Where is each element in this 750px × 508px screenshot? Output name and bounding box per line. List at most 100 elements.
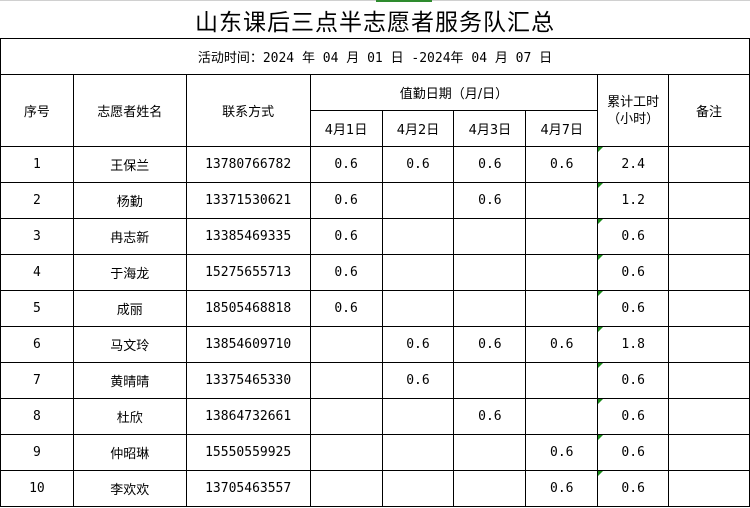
cell-name[interactable]: 王保兰 [72,146,187,183]
cell-date-3[interactable] [453,254,527,291]
cell-name[interactable]: 冉志新 [72,218,187,255]
cell-phone[interactable]: 13864732661 [185,398,311,435]
header-date-3[interactable]: 4月3日 [453,110,527,147]
header-name[interactable]: 志愿者姓名 [72,74,187,147]
cell-note[interactable] [668,254,750,291]
cell-seq[interactable]: 5 [0,290,74,327]
cell-name[interactable]: 成丽 [72,290,187,327]
cell-seq[interactable]: 2 [0,182,74,219]
cell-date-3[interactable] [453,434,527,471]
cell-total-hours[interactable]: 0.6 [597,362,670,399]
cell-total-hours[interactable]: 0.6 [597,218,670,255]
cell-date-1[interactable]: 0.6 [309,182,383,219]
cell-seq[interactable]: 8 [0,398,74,435]
cell-phone[interactable]: 13371530621 [185,182,311,219]
cell-name[interactable]: 黄晴晴 [72,362,187,399]
cell-seq[interactable]: 6 [0,326,74,363]
cell-date-1[interactable] [309,326,383,363]
cell-total-hours[interactable]: 0.6 [597,254,670,291]
header-duty-dates[interactable]: 值勤日期（月/日） [309,74,599,111]
cell-date-1[interactable]: 0.6 [309,146,383,183]
cell-date-1[interactable]: 0.6 [309,218,383,255]
cell-date-4[interactable] [525,290,599,327]
cell-date-2[interactable] [381,290,455,327]
cell-date-4[interactable] [525,398,599,435]
cell-total-hours[interactable]: 2.4 [597,146,670,183]
cell-date-3[interactable] [453,290,527,327]
cell-seq[interactable]: 4 [0,254,74,291]
cell-seq[interactable]: 1 [0,146,74,183]
cell-seq[interactable]: 9 [0,434,74,471]
cell-note[interactable] [668,434,750,471]
cell-date-3[interactable]: 0.6 [453,398,527,435]
header-date-2[interactable]: 4月2日 [381,110,455,147]
cell-phone[interactable]: 13780766782 [185,146,311,183]
cell-phone[interactable]: 15275655713 [185,254,311,291]
cell-date-4[interactable] [525,182,599,219]
cell-date-2[interactable]: 0.6 [381,326,455,363]
cell-date-4[interactable] [525,362,599,399]
header-date-4[interactable]: 4月7日 [525,110,599,147]
cell-date-2[interactable] [381,182,455,219]
cell-total-hours[interactable]: 1.8 [597,326,670,363]
cell-note[interactable] [668,182,750,219]
cell-date-2[interactable] [381,470,455,507]
cell-seq[interactable]: 7 [0,362,74,399]
cell-date-3[interactable] [453,218,527,255]
cell-date-2[interactable] [381,434,455,471]
cell-date-1[interactable] [309,362,383,399]
cell-date-2[interactable] [381,398,455,435]
cell-date-4[interactable]: 0.6 [525,326,599,363]
cell-date-1[interactable] [309,398,383,435]
header-total-hours[interactable]: 累计工时（小时） [597,74,670,147]
cell-date-4[interactable]: 0.6 [525,434,599,471]
cell-total-hours[interactable]: 1.2 [597,182,670,219]
cell-date-3[interactable]: 0.6 [453,182,527,219]
cell-total-hours[interactable]: 0.6 [597,434,670,471]
cell-note[interactable] [668,290,750,327]
header-seq[interactable]: 序号 [0,74,74,147]
cell-date-3[interactable] [453,362,527,399]
cell-note[interactable] [668,146,750,183]
cell-phone[interactable]: 18505468818 [185,290,311,327]
cell-phone[interactable]: 13854609710 [185,326,311,363]
cell-note[interactable] [668,470,750,507]
cell-date-2[interactable] [381,218,455,255]
cell-date-3[interactable] [453,470,527,507]
cell-note[interactable] [668,326,750,363]
cell-date-4[interactable]: 0.6 [525,470,599,507]
cell-name[interactable]: 杨勤 [72,182,187,219]
cell-phone[interactable]: 13375465330 [185,362,311,399]
cell-date-4[interactable] [525,254,599,291]
cell-date-4[interactable] [525,218,599,255]
cell-date-4[interactable]: 0.6 [525,146,599,183]
activity-period[interactable]: 活动时间：2024 年 04 月 01 日 -2024年 04 月 07 日 [0,38,750,75]
cell-note[interactable] [668,218,750,255]
cell-date-2[interactable]: 0.6 [381,146,455,183]
cell-name[interactable]: 于海龙 [72,254,187,291]
cell-date-1[interactable]: 0.6 [309,254,383,291]
cell-name[interactable]: 李欢欢 [72,470,187,507]
cell-phone[interactable]: 13705463557 [185,470,311,507]
cell-name[interactable]: 杜欣 [72,398,187,435]
cell-note[interactable] [668,398,750,435]
header-notes[interactable]: 备注 [668,74,750,147]
cell-date-1[interactable] [309,470,383,507]
cell-seq[interactable]: 10 [0,470,74,507]
header-contact[interactable]: 联系方式 [185,74,311,147]
cell-date-3[interactable]: 0.6 [453,146,527,183]
cell-name[interactable]: 马文玲 [72,326,187,363]
cell-total-hours[interactable]: 0.6 [597,290,670,327]
cell-date-3[interactable]: 0.6 [453,326,527,363]
cell-total-hours[interactable]: 0.6 [597,398,670,435]
cell-note[interactable] [668,362,750,399]
cell-total-hours[interactable]: 0.6 [597,470,670,507]
cell-phone[interactable]: 15550559925 [185,434,311,471]
header-date-1[interactable]: 4月1日 [309,110,383,147]
cell-date-1[interactable]: 0.6 [309,290,383,327]
cell-date-2[interactable] [381,254,455,291]
cell-phone[interactable]: 13385469335 [185,218,311,255]
cell-name[interactable]: 仲昭琳 [72,434,187,471]
cell-seq[interactable]: 3 [0,218,74,255]
cell-date-1[interactable] [309,434,383,471]
